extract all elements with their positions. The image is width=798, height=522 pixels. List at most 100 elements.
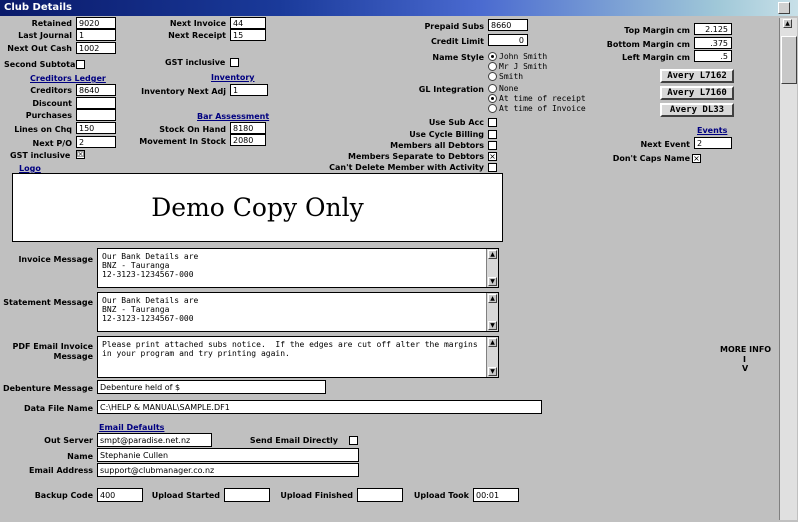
main-vertical-scrollbar[interactable]: ▲ bbox=[779, 18, 797, 520]
window-title: Club Details bbox=[4, 2, 72, 13]
send-directly-label: Send Email Directly bbox=[249, 436, 338, 445]
more-info-label[interactable]: MORE INFO bbox=[720, 345, 771, 354]
members-separate-checkbox[interactable]: × bbox=[488, 152, 497, 161]
discount-label: Discount bbox=[32, 99, 72, 108]
upload-finished-field[interactable] bbox=[357, 488, 403, 502]
more-info-bar: I bbox=[743, 355, 746, 364]
invoice-message-text: Our Bank Details are BNZ - Tauranga 12-3… bbox=[102, 252, 199, 279]
statement-message-label: Statement Message bbox=[3, 298, 93, 307]
scroll-down-icon[interactable]: ▼ bbox=[488, 321, 497, 330]
second-subtotal-checkbox[interactable] bbox=[76, 60, 85, 69]
lines-on-chq-label: Lines on Chq bbox=[14, 125, 72, 134]
gl-radio-1[interactable] bbox=[488, 84, 497, 93]
members-separate-label: Members Separate to Debtors bbox=[348, 152, 484, 161]
inventory-next-adj-label: Inventory Next Adj bbox=[141, 87, 226, 96]
bar-assessment-header: Bar Assessment bbox=[197, 112, 270, 121]
statement-message-scrollbar[interactable]: ▲ ▼ bbox=[486, 293, 498, 331]
members-all-debtors-label: Members all Debtors bbox=[390, 141, 484, 150]
mid-gst-inclusive-checkbox[interactable] bbox=[230, 58, 239, 67]
invoice-message-scrollbar[interactable]: ▲ ▼ bbox=[486, 249, 498, 287]
credit-limit-field[interactable]: 0 bbox=[488, 34, 528, 46]
cant-delete-checkbox[interactable] bbox=[488, 163, 497, 172]
backup-code-label: Backup Code bbox=[34, 491, 93, 500]
stock-on-hand-field[interactable]: 8180 bbox=[230, 122, 266, 134]
scrollbar-thumb[interactable] bbox=[781, 36, 797, 84]
next-po-label: Next P/O bbox=[32, 139, 72, 148]
statement-message-text: Our Bank Details are BNZ - Tauranga 12-3… bbox=[102, 296, 199, 323]
name-style-radio-1[interactable] bbox=[488, 52, 497, 61]
more-info-arrow-icon[interactable]: V bbox=[742, 364, 748, 373]
gl-option-1: None bbox=[499, 84, 519, 93]
statement-message-box[interactable]: Our Bank Details are BNZ - Tauranga 12-3… bbox=[97, 292, 499, 332]
avery-l7162-button[interactable]: Avery L7162 bbox=[660, 69, 734, 83]
next-event-field[interactable]: 2 bbox=[694, 137, 732, 149]
top-margin-field[interactable]: 2.125 bbox=[694, 23, 732, 35]
email-defaults-header: Email Defaults bbox=[99, 423, 165, 432]
name-style-option-1: John Smith bbox=[499, 52, 548, 61]
members-all-debtors-checkbox[interactable] bbox=[488, 141, 497, 150]
pdf-message-scrollbar[interactable]: ▲ ▼ bbox=[486, 337, 498, 377]
dont-caps-checkbox[interactable]: × bbox=[692, 154, 701, 163]
gl-option-3: At time of Invoice bbox=[499, 104, 586, 113]
prepaid-subs-field[interactable]: 8660 bbox=[488, 19, 528, 31]
creditors-field[interactable]: 8640 bbox=[76, 84, 116, 96]
scroll-down-icon[interactable]: ▼ bbox=[488, 367, 497, 376]
stock-on-hand-label: Stock On Hand bbox=[159, 125, 226, 134]
data-file-field[interactable]: C:\HELP & MANUAL\SAMPLE.DF1 bbox=[97, 400, 542, 414]
out-server-field[interactable]: smpt@paradise.net.nz bbox=[97, 433, 212, 447]
discount-field[interactable] bbox=[76, 97, 116, 109]
cant-delete-label: Can't Delete Member with Activity bbox=[329, 163, 484, 172]
pdf-message-label-1: PDF Email Invoice bbox=[12, 342, 93, 351]
next-po-field[interactable]: 2 bbox=[76, 136, 116, 148]
scroll-up-icon[interactable]: ▲ bbox=[488, 250, 497, 259]
gst-inclusive-label: GST inclusive bbox=[10, 151, 71, 160]
upload-took-field[interactable]: 00:01 bbox=[473, 488, 519, 502]
left-margin-field[interactable]: .5 bbox=[694, 50, 732, 62]
top-margin-label: Top Margin cm bbox=[624, 26, 690, 35]
avery-l7160-button[interactable]: Avery L7160 bbox=[660, 86, 734, 100]
retained-label: Retained bbox=[31, 19, 72, 28]
debenture-field[interactable]: Debenture held of $ bbox=[97, 380, 326, 394]
scroll-up-icon[interactable]: ▲ bbox=[783, 19, 792, 28]
mid-gst-inclusive-label: GST inclusive bbox=[165, 58, 226, 67]
name-style-option-2: Mr J Smith bbox=[499, 62, 548, 71]
avery-dl33-button[interactable]: Avery DL33 bbox=[660, 103, 734, 117]
last-journal-field[interactable]: 1 bbox=[76, 29, 116, 41]
next-out-cash-field[interactable]: 1002 bbox=[76, 42, 116, 54]
use-cycle-billing-checkbox[interactable] bbox=[488, 130, 497, 139]
lines-on-chq-field[interactable]: 150 bbox=[76, 122, 116, 134]
movement-in-stock-field[interactable]: 2080 bbox=[230, 134, 266, 146]
retained-field[interactable]: 9020 bbox=[76, 17, 116, 29]
scroll-up-icon[interactable]: ▲ bbox=[488, 338, 497, 347]
gst-inclusive-checkbox[interactable]: ☒ bbox=[76, 150, 85, 159]
bottom-margin-label: Bottom Margin cm bbox=[606, 40, 690, 49]
next-invoice-field[interactable]: 44 bbox=[230, 17, 266, 29]
send-directly-checkbox[interactable] bbox=[349, 436, 358, 445]
inventory-next-adj-field[interactable]: 1 bbox=[230, 84, 268, 96]
scroll-down-icon[interactable]: ▼ bbox=[488, 277, 497, 286]
credit-limit-label: Credit Limit bbox=[430, 37, 484, 46]
email-name-field[interactable]: Stephanie Cullen bbox=[97, 448, 359, 462]
bottom-margin-field[interactable]: .375 bbox=[694, 37, 732, 49]
purchases-field[interactable] bbox=[76, 109, 116, 121]
name-style-radio-3[interactable] bbox=[488, 72, 497, 81]
upload-started-field[interactable] bbox=[224, 488, 270, 502]
name-style-label: Name Style bbox=[432, 53, 484, 62]
invoice-message-box[interactable]: Our Bank Details are BNZ - Tauranga 12-3… bbox=[97, 248, 499, 288]
gl-radio-2[interactable] bbox=[488, 94, 497, 103]
use-sub-acc-checkbox[interactable] bbox=[488, 118, 497, 127]
creditors-label: Creditors bbox=[30, 86, 72, 95]
title-bar[interactable]: Club Details bbox=[0, 0, 798, 16]
pdf-message-label-2: Message bbox=[53, 352, 93, 361]
scroll-up-icon[interactable]: ▲ bbox=[488, 294, 497, 303]
pdf-message-box[interactable]: Please print attached subs notice. If th… bbox=[97, 336, 499, 378]
close-button[interactable] bbox=[778, 2, 790, 14]
gl-radio-3[interactable] bbox=[488, 104, 497, 113]
out-server-label: Out Server bbox=[44, 436, 93, 445]
email-address-field[interactable]: support@clubmanager.co.nz bbox=[97, 463, 359, 477]
next-receipt-field[interactable]: 15 bbox=[230, 29, 266, 41]
upload-started-label: Upload Started bbox=[151, 491, 220, 500]
backup-code-field[interactable]: 400 bbox=[97, 488, 143, 502]
name-style-radio-2[interactable] bbox=[488, 62, 497, 71]
inventory-header: Inventory bbox=[211, 73, 255, 82]
